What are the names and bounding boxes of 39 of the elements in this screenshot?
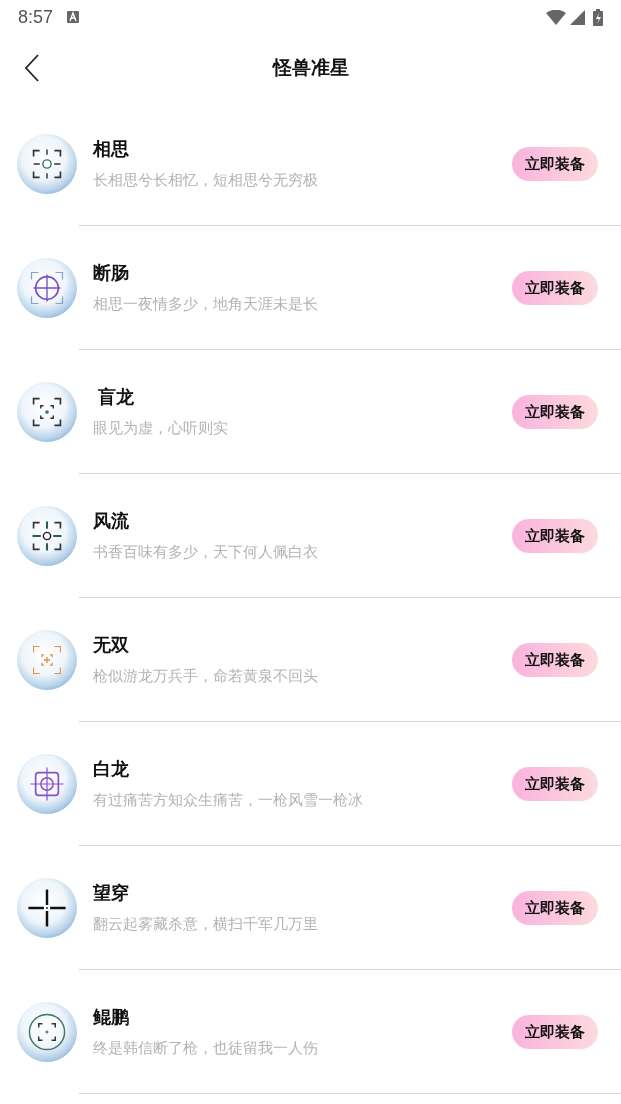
crosshair-icon [16,753,78,815]
crosshair-icon [16,257,78,319]
equip-button[interactable]: 立即装备 [512,147,598,181]
crosshair-name: 无双 [93,634,130,658]
crosshair-icon [16,629,78,691]
signal-icon [570,9,585,25]
page-title: 怪兽准星 [272,55,349,80]
crosshair-description: 相思一夜情多少，地角天涯未是长 [93,294,319,315]
crosshair-description: 书香百味有多少，天下何人佩白衣 [93,542,319,563]
crosshair-name: 白龙 [93,758,130,782]
crosshair-description: 有过痛苦方知众生痛苦，一枪风雪一枪冰 [93,790,364,811]
notification-icon [67,11,80,23]
wifi-icon [546,9,566,25]
crosshair-icon [16,1001,78,1063]
crosshair-icon [16,133,78,195]
equip-button[interactable]: 立即装备 [512,643,598,677]
equip-button[interactable]: 立即装备 [512,1015,598,1049]
crosshair-icon [16,381,78,443]
back-icon [24,54,40,82]
crosshair-name: 鲲鹏 [93,1006,130,1030]
crosshair-description: 翻云起雾藏杀意，横扫千军几万里 [93,914,319,935]
crosshair-icon [16,505,78,567]
crosshair-name: 盲龙 [97,386,135,410]
crosshair-description: 眼见为虚，心听则实 [93,418,229,439]
crosshair-name: 风流 [93,510,130,534]
crosshair-name: 相思 [93,138,130,162]
equip-button[interactable]: 立即装备 [512,767,598,801]
crosshair-name: 断肠 [93,262,130,286]
battery-icon [593,8,603,26]
crosshair-name: 望穿 [93,882,130,906]
status-time: 8:57 [18,5,54,29]
equip-button[interactable]: 立即装备 [512,271,598,305]
crosshair-description: 终是韩信断了枪，也徒留我一人伤 [93,1038,319,1059]
crosshair-description: 枪似游龙万兵手，命若黄泉不回头 [93,666,319,687]
equip-button[interactable]: 立即装备 [512,519,598,553]
equip-button[interactable]: 立即装备 [512,395,598,429]
crosshair-description: 长相思兮长相忆，短相思兮无穷极 [93,170,319,191]
crosshair-icon [16,877,78,939]
equip-button[interactable]: 立即装备 [512,891,598,925]
